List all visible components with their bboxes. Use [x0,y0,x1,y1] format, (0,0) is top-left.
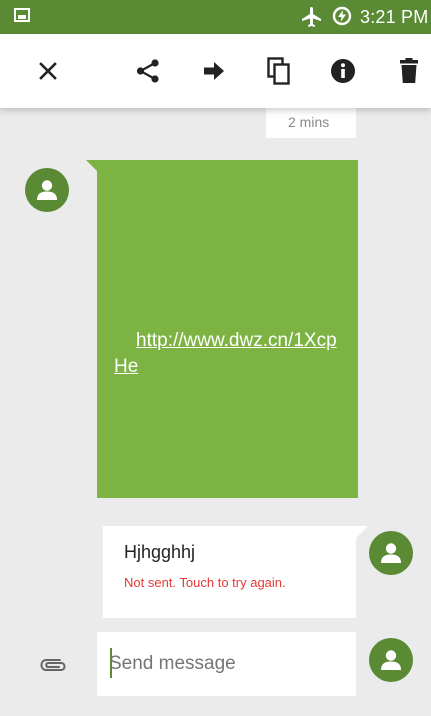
message-timestamp: 2 mins [288,114,330,130]
delete-button[interactable] [392,54,426,88]
copy-icon [267,57,290,85]
text-cursor [110,648,112,678]
delete-icon [400,58,418,83]
status-bar: 3:21 PM [0,0,431,34]
gallery-notification-icon [14,8,30,22]
self-avatar[interactable] [369,531,413,575]
outgoing-bubble-tail [356,526,368,538]
person-icon [381,543,401,563]
send-failed-status[interactable]: Not sent. Touch to try again. [124,575,286,590]
compose-bar [0,626,431,716]
outgoing-message-text: Hjhgghhj [124,542,196,562]
previous-message-bubble[interactable]: 2 mins [266,108,356,138]
info-button[interactable] [326,54,360,88]
conversation-list[interactable]: 2 mins http://www.dwz.cn/1XcpHe Hjhgghhj… [0,108,431,626]
selection-toolbar [0,34,431,108]
copy-button[interactable] [262,54,296,88]
forward-button[interactable] [197,54,231,88]
info-icon [331,59,355,83]
share-button[interactable] [131,54,165,88]
messaging-screen: 3:21 PM 2 mins http://www.dwz.cn/1XcpHe … [0,0,431,716]
incoming-message-link[interactable]: http://www.dwz.cn/1XcpHe [114,328,342,380]
contact-avatar[interactable] [25,168,69,212]
forward-icon [204,62,224,80]
status-time: 3:21 PM [360,7,429,27]
person-icon [37,180,57,200]
battery-saver-icon [332,6,352,26]
person-icon [381,650,401,670]
close-icon [39,62,57,80]
message-input[interactable] [97,632,356,696]
outgoing-message-bubble[interactable] [103,526,356,618]
close-button[interactable] [31,54,65,88]
send-avatar-button[interactable] [369,638,413,682]
airplane-mode-icon [302,7,321,27]
paperclip-icon[interactable] [38,654,68,676]
share-icon [136,59,159,83]
